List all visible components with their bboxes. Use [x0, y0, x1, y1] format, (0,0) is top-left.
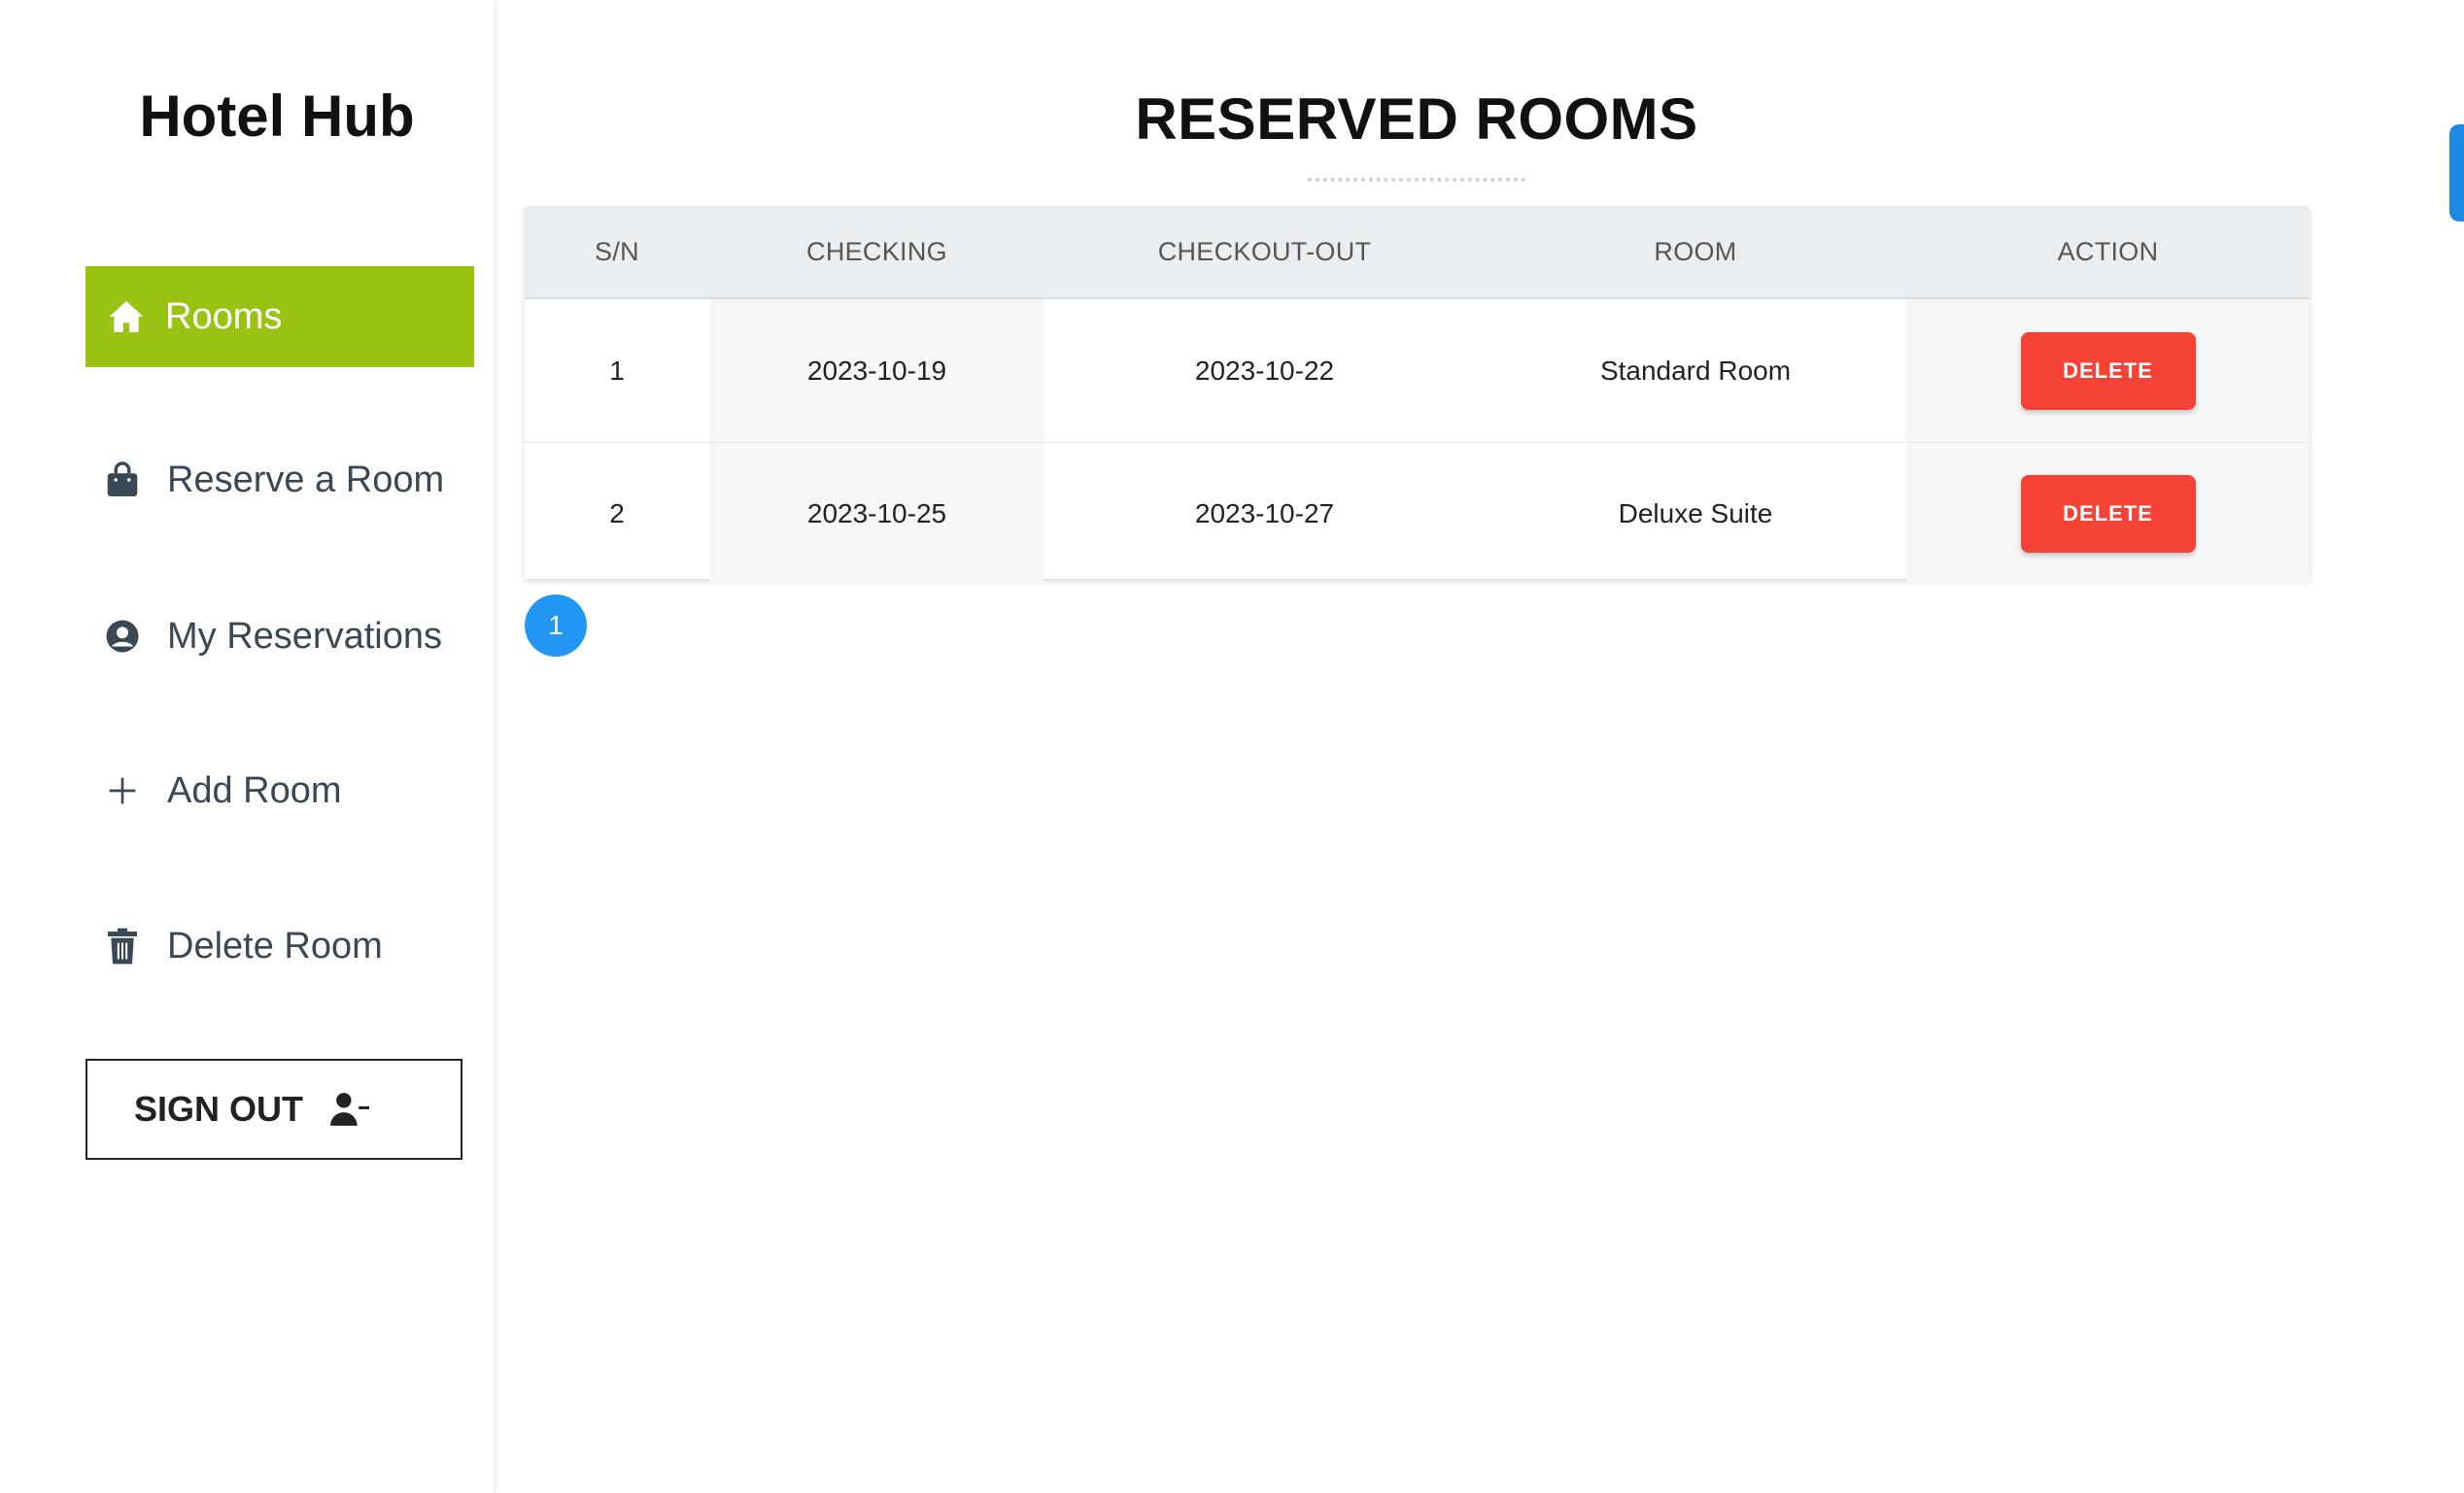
sidebar-item-label: My Reservations [167, 615, 442, 657]
page-title: RESERVED ROOMS [1135, 86, 1698, 152]
sidebar-item-my-reservations[interactable]: My Reservations [86, 586, 474, 687]
column-header: ACTION [1906, 206, 2310, 299]
reservations-table: S/N CHECKING CHECKOUT-OUT ROOM ACTION 1 … [525, 206, 2310, 585]
sidebar-item-add-room[interactable]: Add Room [86, 740, 474, 841]
table-row: 1 2023-10-19 2023-10-22 Standard Room DE… [525, 298, 2310, 443]
home-icon [107, 297, 146, 336]
table-row: 2 2023-10-25 2023-10-27 Deluxe Suite DEL… [525, 442, 2310, 585]
sidebar-item-label: Rooms [165, 295, 283, 337]
table-header-row: S/N CHECKING CHECKOUT-OUT ROOM ACTION [525, 206, 2310, 299]
delete-button[interactable]: DELETE [2020, 331, 2196, 410]
cell-checkout: 2023-10-27 [1194, 498, 1335, 528]
cell-action: DELETE [1906, 442, 2310, 585]
sign-out-button[interactable]: SIGN OUT [86, 1059, 462, 1160]
cell-sn: 2 [609, 498, 625, 528]
column-header: CHECKOUT-OUT [1044, 206, 1485, 299]
user-circle-icon [103, 617, 142, 656]
pagination-page-button[interactable]: 1 [525, 594, 587, 657]
cell-checkout: 2023-10-22 [1044, 298, 1485, 443]
cell-checkin: 2023-10-25 [709, 442, 1044, 585]
sidebar: Hotel Hub Rooms Reserve a Room My Reserv… [0, 0, 495, 1493]
side-panel-tab[interactable] [2449, 124, 2464, 221]
brand-title: Hotel Hub [139, 84, 415, 149]
sidebar-item-label: Reserve a Room [167, 458, 445, 500]
sidebar-item-rooms[interactable]: Rooms [86, 266, 474, 367]
title-divider [1308, 178, 1525, 182]
cell-room: Deluxe Suite [1618, 498, 1773, 528]
sidebar-item-delete-room[interactable]: Delete Room [86, 896, 474, 997]
column-header: S/N [525, 206, 709, 299]
delete-button[interactable]: DELETE [2020, 475, 2196, 553]
column-header: ROOM [1485, 206, 1906, 299]
column-header: CHECKING [709, 206, 1044, 299]
trash-icon [103, 927, 142, 966]
plus-icon [103, 771, 142, 810]
cell-room: Standard Room [1485, 298, 1906, 443]
sidebar-item-label: Add Room [167, 769, 342, 811]
sign-out-label: SIGN OUT [134, 1089, 304, 1129]
cell-action: DELETE [1906, 298, 2310, 443]
shopping-bag-icon [103, 460, 142, 499]
cell-sn: 1 [525, 298, 709, 443]
sidebar-item-reserve-room[interactable]: Reserve a Room [86, 429, 474, 530]
cell-checkin: 2023-10-19 [709, 298, 1044, 443]
user-minus-icon [330, 1092, 370, 1127]
sidebar-item-label: Delete Room [167, 925, 383, 967]
